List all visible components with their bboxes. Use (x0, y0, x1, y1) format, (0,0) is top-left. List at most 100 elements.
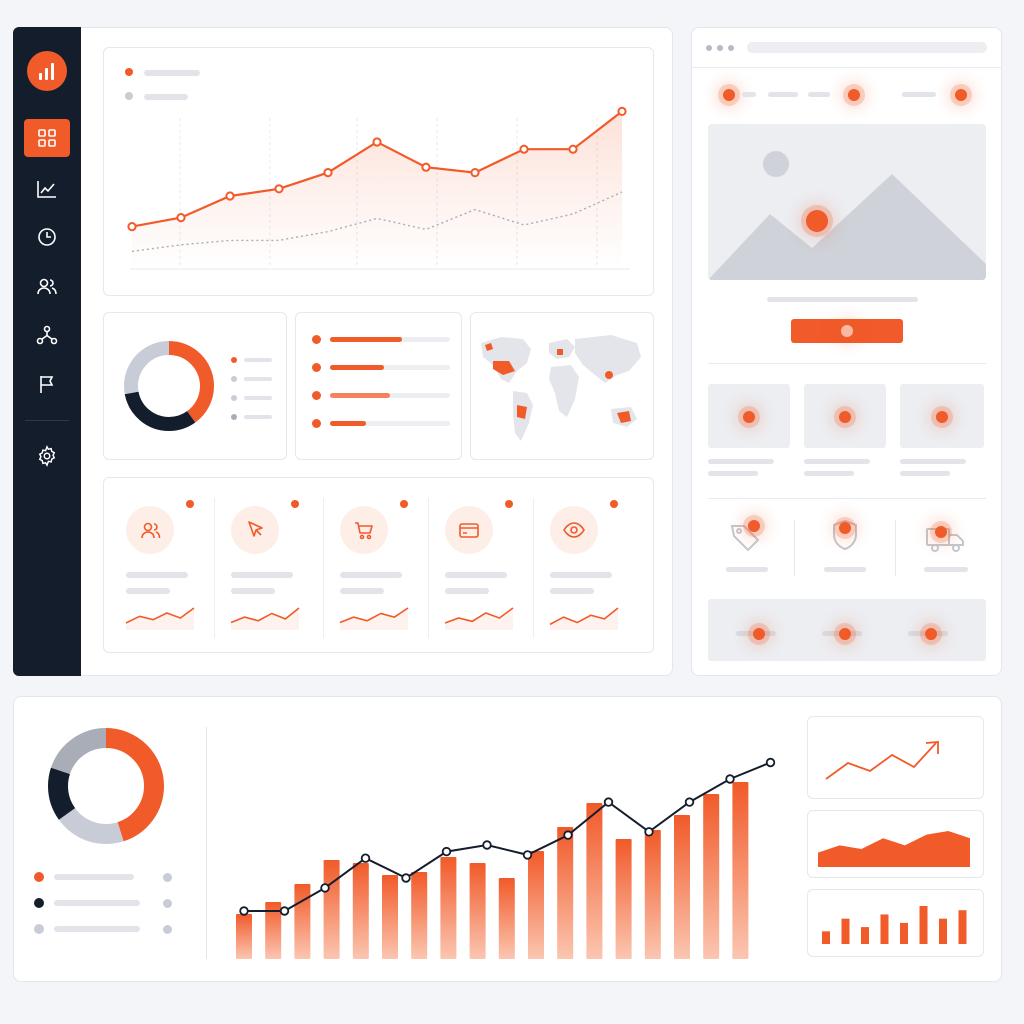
line-chart-icon (37, 181, 56, 198)
hotspot (839, 628, 851, 640)
trend-point (401, 873, 411, 883)
legend-end-dot (163, 925, 172, 934)
mini-trend-chart (825, 741, 939, 780)
mini-area-chart (818, 831, 970, 867)
sidebar-item-analytics[interactable] (24, 170, 70, 208)
legend-dot (34, 924, 44, 934)
data-point (274, 184, 284, 194)
sidebar-item-history[interactable] (24, 218, 70, 256)
bar (498, 878, 515, 959)
cursor-icon[interactable] (231, 506, 279, 554)
trend-point (320, 883, 330, 893)
mini-bars-card (807, 889, 984, 957)
section-divider (708, 363, 986, 364)
users-icon[interactable] (126, 506, 174, 554)
trend-point (563, 830, 573, 840)
hotspot (955, 89, 967, 101)
legend-end-dot (163, 899, 172, 908)
hotspot (723, 89, 735, 101)
hotspot (848, 89, 860, 101)
kpi-sparkline (125, 607, 195, 630)
progress-track (330, 365, 450, 370)
kpi-value-placeholder (340, 588, 384, 594)
world-map (481, 335, 641, 441)
trend-point (644, 827, 654, 837)
trend-point (522, 850, 533, 860)
window-dot (728, 45, 734, 51)
feature-divider (794, 520, 795, 576)
kpi-sparkline (444, 607, 514, 630)
sidebar-item-dashboard[interactable] (24, 119, 70, 157)
legend-label-placeholder (244, 415, 272, 419)
list-bullet (312, 419, 321, 428)
nav-link-placeholder[interactable] (902, 92, 936, 97)
data-point (225, 191, 235, 201)
legend-dot (231, 376, 237, 382)
kpi-value-placeholder (445, 588, 489, 594)
sidebar (13, 27, 81, 676)
mini-bar (958, 910, 967, 944)
nav-link-placeholder[interactable] (768, 92, 798, 97)
sidebar-item-users[interactable] (24, 267, 70, 305)
data-point (568, 144, 578, 154)
hotspot (839, 522, 851, 534)
mini-bar (939, 918, 947, 944)
trend-point (725, 774, 735, 784)
mini-area-card (807, 810, 984, 878)
list-bullet (312, 335, 321, 344)
bar (586, 803, 603, 959)
cart-icon[interactable] (340, 506, 388, 554)
clock-icon (38, 228, 56, 246)
line-chart-card (103, 47, 654, 296)
hotspot (743, 411, 755, 423)
progress-fill (330, 421, 366, 426)
dashboard-grid-icon (38, 129, 56, 147)
mini-bar (822, 931, 830, 944)
sidebar-item-network[interactable] (24, 316, 70, 354)
bar (236, 914, 252, 959)
window-dot (717, 45, 723, 51)
bar (352, 863, 369, 959)
progress-track (330, 421, 450, 426)
eye-icon[interactable] (550, 506, 598, 554)
legend-label-placeholder (54, 900, 140, 906)
hero-caption-placeholder (767, 297, 918, 302)
bar (732, 782, 749, 959)
legend-dot (34, 872, 44, 882)
trend-line (825, 742, 937, 780)
sidebar-item-reports[interactable] (24, 365, 70, 403)
sidebar-divider (25, 420, 69, 421)
bar-chart-logo[interactable] (27, 51, 67, 91)
bar (528, 851, 544, 959)
sparkline-fill (126, 608, 194, 630)
nav-link-placeholder[interactable] (742, 92, 756, 97)
sidebar-item-settings[interactable] (24, 437, 70, 475)
kpi-label-placeholder (550, 572, 612, 578)
kpi-label-placeholder (231, 572, 293, 578)
product-title-placeholder (708, 459, 774, 464)
data-point (127, 222, 137, 232)
credit-card-icon[interactable] (445, 506, 493, 554)
flag-icon (40, 376, 54, 393)
nav-link-placeholder[interactable] (808, 92, 830, 97)
product-title-placeholder (900, 459, 966, 464)
hotspot (925, 628, 937, 640)
mini-bar (841, 918, 850, 944)
legend-label-placeholder (54, 874, 134, 880)
kpi-card (103, 477, 654, 653)
product-title-placeholder (804, 459, 870, 464)
mini-bar (900, 922, 908, 944)
kpi-status-dot (610, 500, 618, 508)
legend-dot (231, 395, 237, 401)
panel-divider (206, 727, 207, 959)
kpi-divider (428, 498, 429, 638)
progress-track (330, 393, 450, 398)
trend-point (482, 840, 492, 850)
data-point (176, 213, 186, 223)
feature-label-placeholder (824, 567, 866, 572)
bar (323, 860, 340, 959)
trend-point (765, 757, 776, 768)
address-bar[interactable] (747, 42, 987, 53)
legend-dot (231, 414, 237, 420)
area-fill (132, 111, 622, 269)
